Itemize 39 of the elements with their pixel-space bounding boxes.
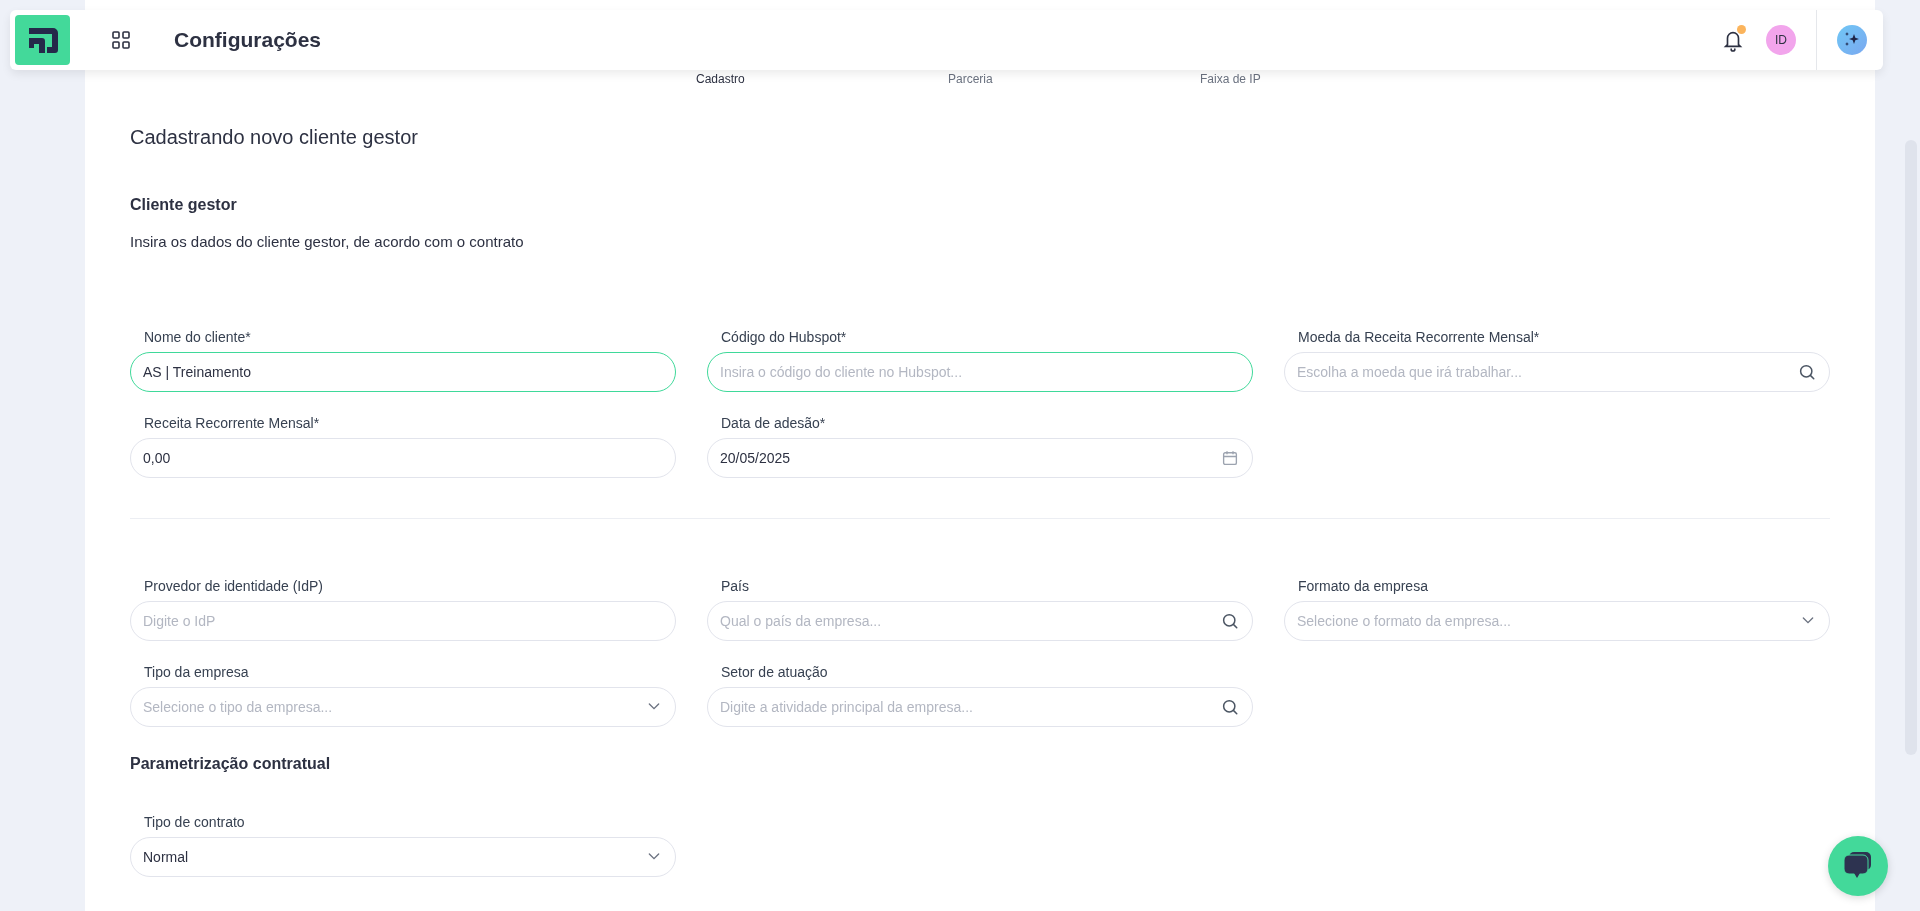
input-field[interactable]: Qual o país da empresa... [707,601,1253,641]
input-field[interactable]: Digite o IdP [130,601,676,641]
field-label: Provedor de identidade (IdP) [144,577,324,595]
field-label: País [721,577,750,595]
field-label: Nome do cliente* [144,328,252,346]
logo-icon[interactable] [15,15,70,65]
field-label: Formato da empresa [1298,577,1429,595]
notification-button[interactable] [1721,27,1745,53]
user-avatar[interactable]: ID [1766,25,1796,55]
input-field[interactable]: AS | Treinamento [130,352,676,392]
input-field[interactable]: Selecione o formato da empresa... [1284,601,1830,641]
input-field[interactable]: Insira o código do cliente no Hubspot... [707,352,1253,392]
field-label: Tipo da empresa [144,663,250,681]
step-label[interactable]: Cadastro [696,71,745,87]
calendar-icon [1221,449,1239,467]
section-description: Insira os dados do cliente gestor, de acordo com o contrato [130,232,525,252]
step-label[interactable]: Parceria [948,71,993,87]
search-icon [1221,698,1239,716]
search-icon [1798,363,1816,381]
field-label: Código do Hubspot* [721,328,848,346]
form-heading: Cadastrando novo cliente gestor [130,125,419,150]
search-icon [1221,612,1239,630]
input-field[interactable]: Selecione o tipo da empresa... [130,687,676,727]
field-label: Setor de atuação [721,663,829,681]
section-title: Cliente gestor [130,195,238,215]
input-field[interactable]: Digite a atividade principal da empresa... [707,687,1253,727]
field-label: Data de adesão* [721,414,827,432]
assistant-button[interactable] [1837,25,1867,55]
input-field[interactable]: 0,00 [130,438,676,478]
input-field[interactable]: Escolha a moeda que irá trabalhar... [1284,352,1830,392]
apps-grid-icon[interactable] [112,31,130,49]
page-title: Configurações [174,27,322,54]
input-field[interactable]: Normal [130,837,676,877]
input-field[interactable]: 20/05/2025 [707,438,1253,478]
field-label: Moeda da Receita Recorrente Mensal* [1298,328,1541,346]
section-title: Parametrização contratual [130,754,332,774]
field-label: Receita Recorrente Mensal* [144,414,321,432]
step-label[interactable]: Faixa de IP [1200,71,1261,87]
field-label: Tipo de contrato [144,813,246,831]
